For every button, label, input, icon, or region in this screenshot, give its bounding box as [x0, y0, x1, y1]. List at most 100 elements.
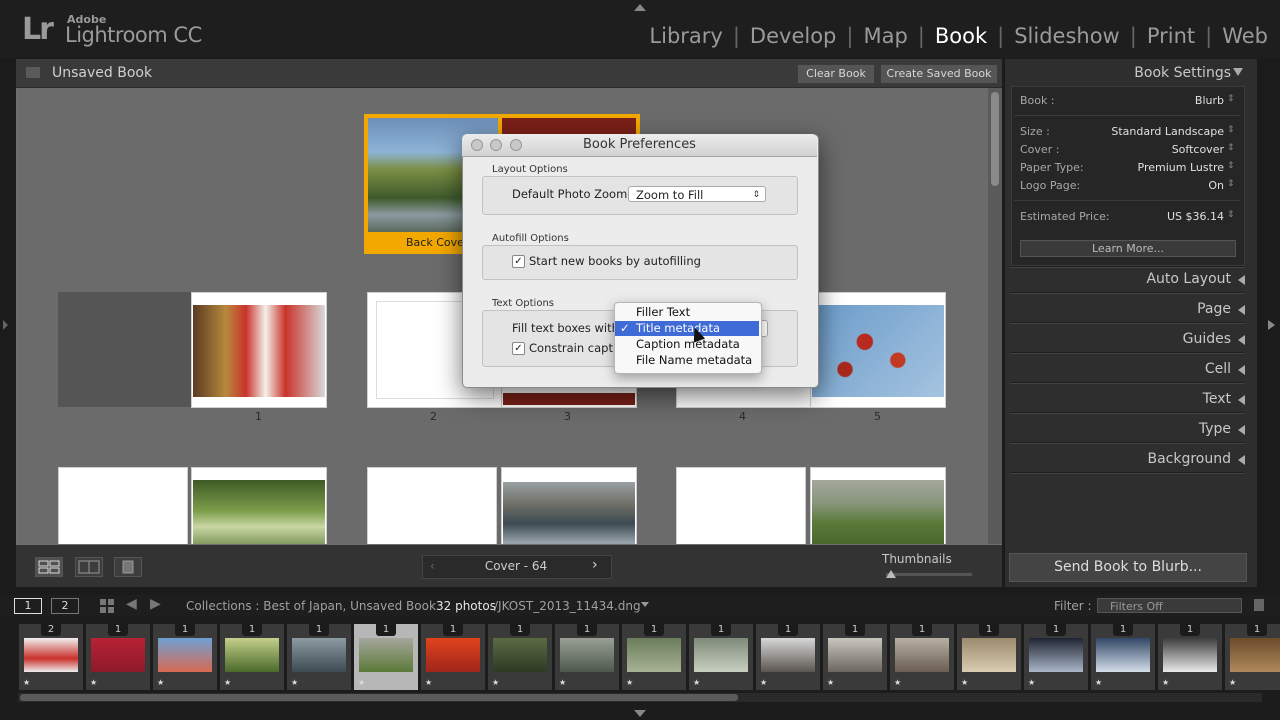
create-saved-book-button[interactable]: Create Saved Book	[880, 64, 998, 84]
page-11[interactable]	[810, 467, 946, 544]
updown-arrow-icon[interactable]: ⇕	[1227, 161, 1235, 171]
forward-arrow-icon[interactable]: ▶	[150, 596, 161, 612]
default-photo-zoom-select[interactable]: Zoom to Fill ⇕	[628, 186, 766, 202]
filmstrip-cell[interactable]: 1 ★	[153, 624, 217, 690]
page-6[interactable]	[58, 467, 188, 544]
panel-page[interactable]: Page	[1005, 301, 1245, 317]
filmstrip-cell[interactable]: 1 ★	[220, 624, 284, 690]
page-5[interactable]	[810, 292, 946, 408]
updown-arrow-icon[interactable]: ⇕	[1227, 210, 1235, 220]
filmstrip-cell[interactable]: 1 ★	[823, 624, 887, 690]
menu-item-caption-metadata[interactable]: Caption metadata	[615, 337, 759, 352]
back-arrow-icon[interactable]: ◀	[126, 596, 137, 612]
filmstrip-cell[interactable]: 1 ★	[287, 624, 351, 690]
page-number: 1	[255, 410, 262, 423]
logo-page-value[interactable]: On	[1208, 179, 1224, 192]
top-panel-toggle-icon[interactable]	[634, 4, 646, 11]
updown-arrow-icon[interactable]: ⇕	[1227, 143, 1235, 153]
panel-title: Auto Layout	[1146, 271, 1231, 287]
grid-icon[interactable]	[100, 598, 114, 617]
filmstrip-cell[interactable]: 1 ★	[689, 624, 753, 690]
filmstrip-cell[interactable]: 1 ★	[488, 624, 552, 690]
bottom-panel-toggle-icon[interactable]	[634, 710, 646, 717]
multi-page-view-button[interactable]	[35, 557, 63, 577]
module-library[interactable]: Library	[649, 24, 722, 48]
second-window-button[interactable]: 2	[51, 598, 79, 614]
left-panel-toggle-icon[interactable]	[3, 320, 8, 330]
updown-arrow-icon[interactable]: ⇕	[1227, 94, 1235, 104]
filmstrip-cell[interactable]: 1 ★	[1225, 624, 1280, 690]
star-rating-icon: ★	[693, 678, 701, 687]
module-print[interactable]: Print	[1147, 24, 1195, 48]
source-path[interactable]: Collections : Best of Japan, Unsaved Boo…	[186, 599, 436, 613]
paper-type-value[interactable]: Premium Lustre	[1138, 161, 1224, 174]
filmstrip-cell-selected[interactable]: 1 ★	[354, 624, 418, 690]
minimize-window-icon[interactable]	[490, 139, 502, 151]
page-10[interactable]	[676, 467, 806, 544]
filmstrip-cell[interactable]: 1 ★	[1091, 624, 1155, 690]
right-panel-toggle-icon[interactable]	[1268, 320, 1275, 330]
current-filename[interactable]: /JKOST_2013_11434.dng	[494, 599, 641, 613]
panel-text[interactable]: Text	[1005, 391, 1245, 407]
thumbnail-size-slider[interactable]	[886, 573, 972, 576]
learn-more-button[interactable]: Learn More...	[1020, 240, 1236, 257]
book-settings-header[interactable]: Book Settings	[1005, 65, 1245, 81]
size-label: Size :	[1020, 125, 1050, 138]
single-page-view-button[interactable]	[114, 557, 142, 577]
menu-item-file-name-metadata[interactable]: File Name metadata	[615, 353, 759, 368]
spread-1-left[interactable]	[58, 292, 192, 407]
close-window-icon[interactable]	[471, 139, 483, 151]
updown-arrow-icon[interactable]: ⇕	[1227, 179, 1235, 189]
dropdown-icon[interactable]	[641, 602, 649, 607]
module-slideshow[interactable]: Slideshow	[1014, 24, 1120, 48]
menu-item-filler-text[interactable]: Filler Text	[615, 305, 759, 320]
previous-page-icon[interactable]: ‹	[430, 559, 435, 573]
constrain-captions-checkbox[interactable]: ✓	[512, 342, 525, 355]
filmstrip-cell[interactable]: 1 ★	[622, 624, 686, 690]
usage-count-badge: 1	[711, 624, 731, 636]
filmstrip-cell[interactable]: 1 ★	[957, 624, 1021, 690]
filmstrip-thumbnail	[694, 638, 748, 672]
clear-book-button[interactable]: Clear Book	[797, 64, 875, 84]
page-number: 2	[430, 410, 437, 423]
panel-background[interactable]: Background	[1005, 451, 1245, 467]
filmstrip-cell[interactable]: 1 ★	[421, 624, 485, 690]
size-value[interactable]: Standard Landscape	[1111, 125, 1224, 138]
filmstrip-cell[interactable]: 1 ★	[890, 624, 954, 690]
filmstrip-cell[interactable]: 1 ★	[756, 624, 820, 690]
page-9[interactable]	[501, 467, 637, 544]
next-page-icon[interactable]: ›	[592, 557, 598, 573]
page-8[interactable]	[367, 467, 497, 544]
module-develop[interactable]: Develop	[750, 24, 836, 48]
panel-type[interactable]: Type	[1005, 421, 1245, 437]
filmstrip-cell[interactable]: 1 ★	[1158, 624, 1222, 690]
filmstrip-cell[interactable]: 1 ★	[86, 624, 150, 690]
panel-title: Guides	[1182, 331, 1231, 347]
module-map[interactable]: Map	[863, 24, 907, 48]
canvas-scroll-thumb[interactable]	[991, 92, 999, 186]
module-book[interactable]: Book	[935, 24, 987, 48]
thumbnail-size-knob[interactable]	[886, 570, 896, 578]
spread-view-button[interactable]	[75, 557, 103, 577]
autofill-checkbox[interactable]: ✓	[512, 255, 525, 268]
cover-value[interactable]: Softcover	[1172, 143, 1224, 156]
page-7[interactable]	[191, 467, 327, 544]
filmstrip-cell[interactable]: 1 ★	[1024, 624, 1088, 690]
filter-select[interactable]: Filters Off	[1097, 598, 1242, 613]
filmstrip-scroll-thumb[interactable]	[20, 694, 738, 701]
zoom-window-icon[interactable]	[510, 139, 522, 151]
page-1[interactable]	[191, 292, 327, 408]
send-book-button[interactable]: Send Book to Blurb...	[1009, 553, 1247, 582]
panel-guides[interactable]: Guides	[1005, 331, 1245, 347]
module-web[interactable]: Web	[1222, 24, 1268, 48]
updown-arrow-icon[interactable]: ⇕	[1227, 125, 1235, 135]
panel-auto-layout[interactable]: Auto Layout	[1005, 271, 1245, 287]
lock-icon[interactable]	[1254, 599, 1264, 611]
menu-item-title-metadata[interactable]: ✓ Title metadata	[615, 321, 759, 336]
book-value[interactable]: Blurb	[1195, 94, 1224, 107]
panel-cell[interactable]: Cell	[1005, 361, 1245, 377]
divider	[1010, 412, 1244, 414]
main-window-button[interactable]: 1	[14, 598, 42, 614]
filmstrip-cell[interactable]: 2 ★	[19, 624, 83, 690]
filmstrip-cell[interactable]: 1 ★	[555, 624, 619, 690]
